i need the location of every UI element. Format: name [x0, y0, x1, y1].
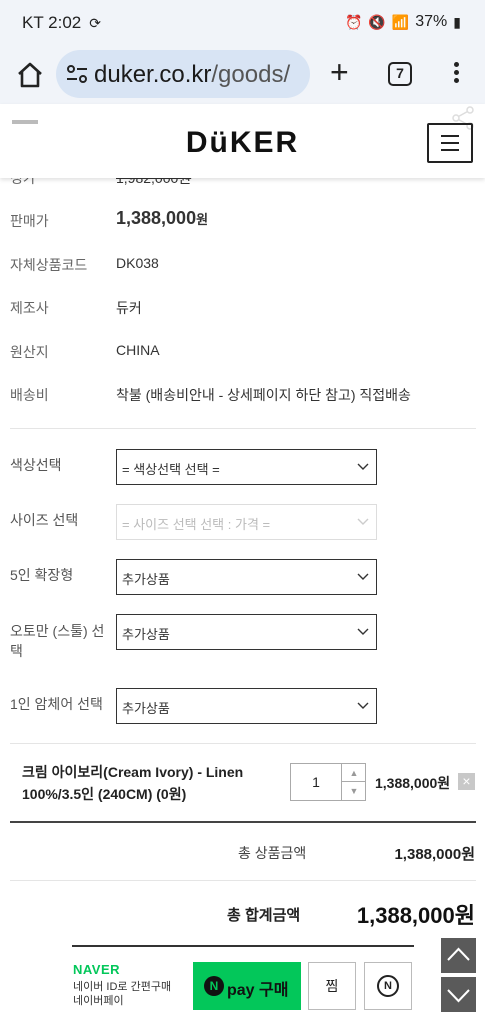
quantity-value[interactable]: 1	[291, 774, 341, 790]
divider	[10, 743, 476, 744]
size-select[interactable]: = 사이즈 선택 선택 : 가격 =	[116, 504, 377, 540]
sale-price-label: 판매가	[10, 213, 49, 229]
site-logo[interactable]: DüKER	[0, 126, 485, 160]
select-value: = 사이즈 선택 선택 : 가격 =	[122, 517, 271, 532]
zoom-out-icon[interactable]	[12, 120, 38, 124]
scroll-bottom-button[interactable]	[441, 977, 476, 1012]
more-menu-icon[interactable]	[450, 59, 462, 89]
site-header: DüKER	[0, 104, 485, 178]
browser-toolbar: duker.co.kr/goods/ + 7	[0, 46, 485, 104]
selected-item-price: 1,388,000원	[375, 775, 451, 791]
sale-price-unit: 원	[196, 212, 209, 227]
divider	[10, 821, 476, 823]
divider	[72, 945, 414, 947]
wifi-icon: 📶	[391, 13, 410, 30]
site-settings-icon[interactable]	[66, 64, 88, 84]
product-code: DK038	[116, 255, 159, 271]
battery-level: 37%	[415, 13, 448, 30]
shipping-info: 착불 (배송비안내 - 상세페이지 하단 참고) 직접배송	[116, 387, 411, 403]
select-value: 추가상품	[122, 701, 170, 716]
remove-item-icon[interactable]: ×	[458, 773, 475, 790]
naver-description: 네이버 ID로 간편구매 네이버페이	[73, 980, 171, 1008]
status-bar: KT 2:02 ⟳ ⏰ 🔇 📶 37% ▮	[0, 0, 485, 46]
grand-total: 1,388,000원	[356, 903, 475, 928]
new-tab-icon[interactable]: +	[330, 56, 349, 88]
chevron-down-icon	[357, 463, 369, 470]
url-text: duker.co.kr/goods/	[94, 61, 290, 89]
scroll-top-button[interactable]	[441, 938, 476, 973]
ottoman-select[interactable]: 추가상품	[116, 614, 377, 650]
maker-label: 제조사	[10, 300, 49, 316]
goods-total-label: 총 상품금액	[238, 845, 307, 861]
url-path: /goods/	[211, 61, 291, 88]
npay-icon: N	[204, 976, 224, 996]
address-bar[interactable]: duker.co.kr/goods/	[56, 50, 310, 98]
tab-switcher-button[interactable]: 7	[388, 62, 412, 86]
chevron-down-icon	[447, 989, 470, 1003]
select-value: = 색상선택 선택 =	[122, 462, 220, 477]
option-label: 5인 확장형	[10, 567, 74, 583]
quantity-up-icon[interactable]: ▲	[341, 764, 366, 782]
home-icon[interactable]	[14, 59, 46, 91]
status-time: KT 2:02	[22, 13, 82, 32]
chevron-down-icon	[357, 573, 369, 580]
extension-select[interactable]: 추가상품	[116, 559, 377, 595]
alarm-icon: ⏰	[344, 13, 363, 30]
option-label: 1인 암체어 선택	[10, 696, 103, 712]
option-label: 오토만 (스툴) 선택	[10, 623, 105, 659]
npay-buy-button[interactable]: N pay 구매	[193, 962, 301, 1010]
armchair-select[interactable]: 추가상품	[116, 688, 377, 724]
hamburger-menu-icon[interactable]	[427, 123, 473, 163]
select-value: 추가상품	[122, 572, 170, 587]
maker: 듀커	[116, 300, 142, 316]
sale-price: 1,388,000원	[116, 208, 208, 229]
chevron-down-icon	[357, 628, 369, 635]
naver-sub-line: 네이버페이	[73, 995, 124, 1007]
select-value: 추가상품	[122, 627, 170, 642]
quantity-stepper[interactable]: 1 ▲ ▼	[290, 763, 366, 801]
chevron-down-icon	[357, 702, 369, 709]
url-host: duker.co.kr	[94, 61, 212, 88]
goods-total: 1,388,000원	[394, 846, 475, 863]
origin-label: 원산지	[10, 344, 49, 360]
mute-icon: 🔇	[368, 13, 386, 30]
naver-logo: NAVER	[73, 962, 121, 977]
chevron-down-icon	[357, 518, 369, 525]
origin: CHINA	[116, 342, 160, 358]
talk-bubble-icon: N	[377, 975, 399, 997]
option-label: 색상선택	[10, 457, 62, 473]
sale-price-value: 1,388,000	[116, 208, 197, 228]
selected-item-name: 크림 아이보리(Cream Ivory) - Linen 100%/3.5인 (…	[22, 764, 244, 802]
sync-icon: ⟳	[89, 14, 101, 31]
shipping-label: 배송비	[10, 387, 49, 403]
option-label: 사이즈 선택	[10, 512, 79, 528]
naver-talk-button[interactable]: N	[364, 962, 412, 1010]
divider	[10, 880, 476, 881]
quantity-down-icon[interactable]: ▼	[341, 782, 366, 800]
divider	[10, 428, 476, 429]
chevron-up-icon	[447, 947, 470, 961]
naver-sub-line: 네이버 ID로 간편구매	[73, 981, 172, 993]
wishlist-button[interactable]: 찜	[308, 962, 356, 1010]
battery-icon: ▮	[453, 13, 461, 30]
grand-total-label: 총 합계금액	[227, 907, 301, 924]
code-label: 자체상품코드	[10, 257, 88, 273]
color-select[interactable]: = 색상선택 선택 =	[116, 449, 377, 485]
npay-button-label: pay 구매	[227, 982, 289, 999]
